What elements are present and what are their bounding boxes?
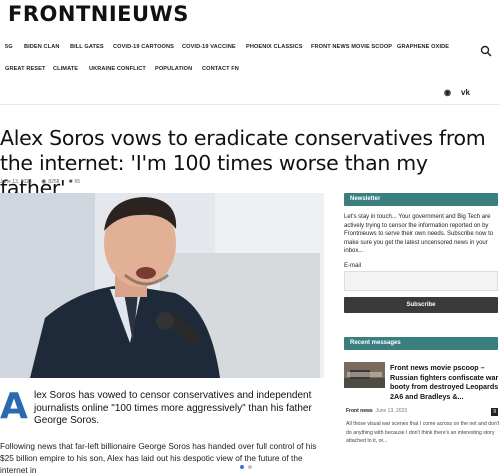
eye-icon: ◉	[41, 179, 47, 185]
article-lead: lex Soros has vowed to censor conservati…	[34, 390, 312, 426]
recent-message-excerpt: All those visual war scenes that I come …	[346, 421, 500, 444]
email-label: E-mail	[344, 263, 362, 269]
recent-message-title[interactable]: Front news movie pscoop – Russian fighte…	[390, 363, 500, 401]
nav-item-bill-gates[interactable]: BILL GATES	[70, 44, 104, 50]
recent-message-meta: Front news June 13, 2023 9	[346, 408, 498, 417]
recent-messages-heading: Recent messages	[344, 337, 498, 350]
newsletter-text: Let's stay in touch... Your government a…	[344, 214, 494, 255]
email-field[interactable]	[344, 271, 498, 291]
nav-item-phoenix-classics[interactable]: PHOENIX CLASSICS	[246, 44, 303, 50]
header-divider	[0, 104, 500, 105]
newsletter-heading-label: Newsletter	[350, 196, 381, 202]
article-meta: June 13, 2023 ◉ 8258 ■ 65	[0, 178, 88, 185]
article-hero-image	[0, 193, 324, 378]
nav-item-population[interactable]: POPULATION	[155, 66, 192, 72]
recent-message-date: June 13, 2023	[375, 408, 408, 414]
recent-messages-heading-label: Recent messages	[350, 340, 401, 346]
circle-social-icon[interactable]: ◉	[444, 88, 451, 97]
hero-photo	[0, 193, 324, 378]
article-body: Following news that far-left billionaire…	[0, 441, 317, 473]
search-icon[interactable]	[480, 45, 492, 57]
recent-message-category[interactable]: Front news	[346, 408, 373, 414]
recent-message-comment-count[interactable]: 9	[491, 408, 498, 416]
site-logo[interactable]: FRONTNIEUWS	[8, 2, 189, 26]
subscribe-button[interactable]: Subscribe	[344, 297, 498, 313]
nav-item-climate[interactable]: CLIMATE	[53, 66, 78, 72]
nav-item-ukraine-conflict[interactable]: UKRAINE CONFLICT	[89, 66, 146, 72]
nav-item-5g[interactable]: 5G	[5, 44, 13, 50]
article-comments[interactable]: 65	[74, 179, 80, 185]
article-views: 8258	[48, 179, 60, 185]
article-title: Alex Soros vows to eradicate conservativ…	[0, 126, 486, 200]
nav-item-covid-vaccine[interactable]: COVID-19 VACCINE	[182, 44, 236, 50]
drop-cap: A	[0, 386, 28, 427]
nav-item-graphene-oxide[interactable]: GRAPHENE OXIDE	[397, 44, 449, 50]
article-date: June 13, 2023	[0, 179, 32, 185]
newsletter-heading: Newsletter	[344, 193, 498, 206]
comment-icon: ■	[68, 179, 73, 185]
nav-item-covid-cartoons[interactable]: COVID-19 CARTOONS	[113, 44, 174, 50]
nav-item-movie-scoop[interactable]: FRONT NEWS MOVIE SCOOP	[311, 44, 392, 50]
vk-icon[interactable]: vk	[461, 88, 470, 97]
nav-item-great-reset[interactable]: GREAT RESET	[5, 66, 45, 72]
nav-item-contact[interactable]: CONTACT FN	[202, 66, 239, 72]
nav-item-biden-clan[interactable]: BIDEN CLAN	[24, 44, 60, 50]
recent-message-thumbnail[interactable]	[344, 362, 385, 388]
thumbnail-image	[344, 362, 385, 388]
